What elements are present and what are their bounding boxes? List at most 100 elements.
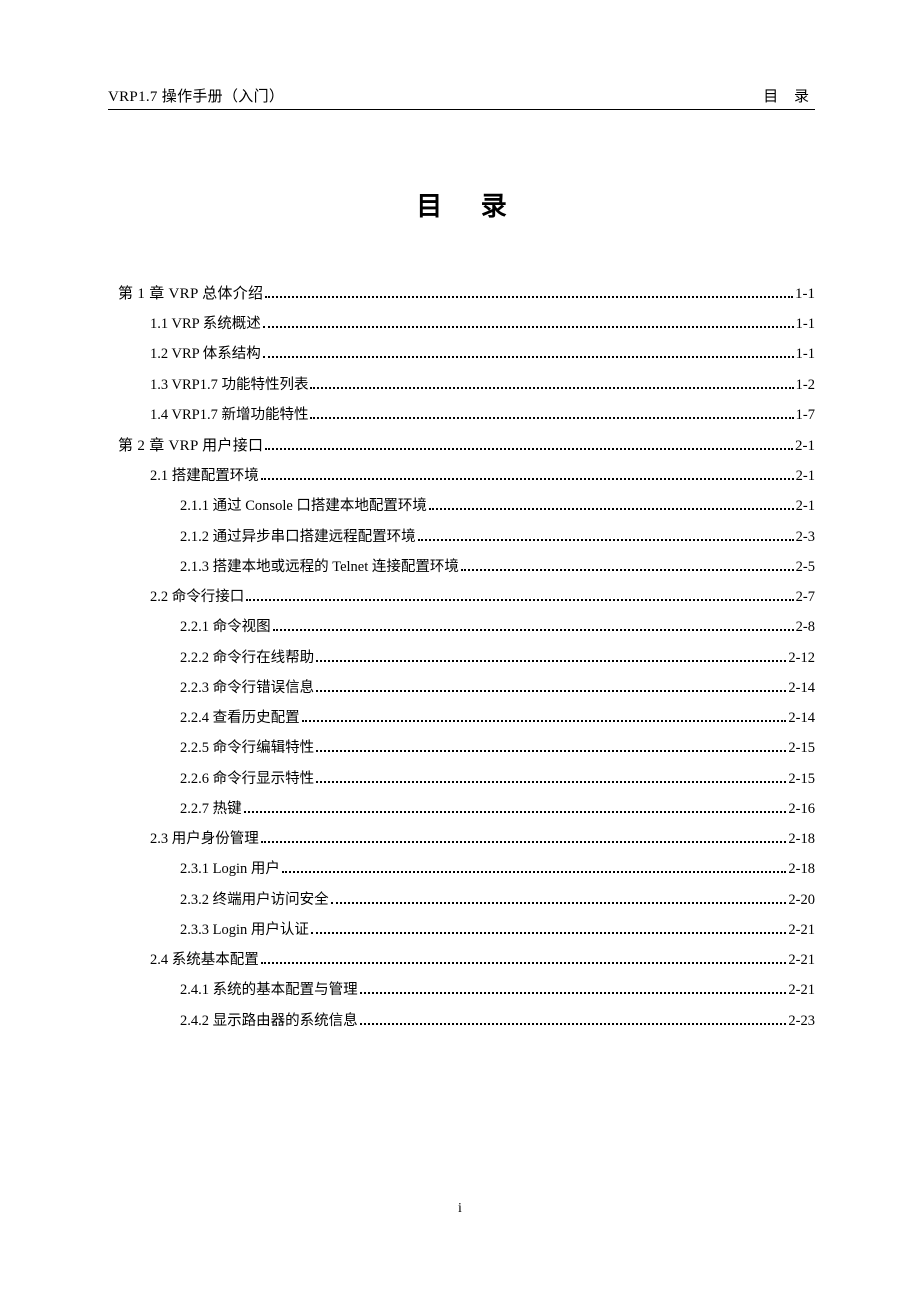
toc-entry-label: 2.1.1 通过 Console 口搭建本地配置环境 (180, 496, 427, 518)
toc-entry[interactable]: 2.3.3 Login 用户认证 2-21 (180, 920, 815, 942)
toc-entry[interactable]: 2.2.1 命令视图 2-8 (180, 617, 815, 639)
toc-entry-page: 2-14 (788, 678, 815, 700)
toc-entry-page: 2-8 (796, 617, 815, 639)
toc-leader-dots (261, 841, 787, 843)
page-header: VRP1.7 操作手册（入门） 目 录 (108, 85, 815, 110)
toc-entry-label: 2.1.2 通过异步串口搭建远程配置环境 (180, 527, 416, 549)
toc-entry-page: 2-7 (796, 587, 815, 609)
toc-entry-page: 2-15 (788, 738, 815, 760)
toc-entry-page: 2-12 (788, 648, 815, 670)
toc-leader-dots (310, 387, 793, 389)
toc-leader-dots (263, 356, 794, 358)
toc-entry-page: 1-7 (796, 405, 815, 427)
toc-leader-dots (261, 962, 787, 964)
toc-entry[interactable]: 2.1 搭建配置环境 2-1 (150, 466, 815, 488)
toc-entry[interactable]: 2.2.5 命令行编辑特性 2-15 (180, 738, 815, 760)
toc-leader-dots (316, 690, 786, 692)
toc-entry-label: 2.2 命令行接口 (150, 587, 244, 609)
toc-leader-dots (360, 1023, 787, 1025)
toc-entry-label: 1.2 VRP 体系结构 (150, 344, 261, 366)
toc-entry[interactable]: 2.4 系统基本配置 2-21 (150, 950, 815, 972)
toc-entry-label: 2.2.7 热键 (180, 799, 242, 821)
toc-entry-label: 1.3 VRP1.7 功能特性列表 (150, 375, 308, 397)
toc-leader-dots (429, 508, 794, 510)
toc-entry-label: 2.4 系统基本配置 (150, 950, 259, 972)
toc-entry[interactable]: 2.3.2 终端用户访问安全 2-20 (180, 890, 815, 912)
toc-entry-page: 1-2 (796, 375, 815, 397)
toc-leader-dots (316, 781, 786, 783)
toc-leader-dots (282, 871, 787, 873)
toc-entry-page: 2-18 (788, 859, 815, 881)
toc-entry-page: 2-14 (788, 708, 815, 730)
toc-entry-label: 2.2.6 命令行显示特性 (180, 769, 314, 791)
toc-entry-page: 1-1 (796, 344, 815, 366)
toc-entry-label: 2.1 搭建配置环境 (150, 466, 259, 488)
header-right-text: 目 录 (763, 85, 815, 106)
toc-entry[interactable]: 2.2.7 热键2-16 (180, 799, 815, 821)
toc-leader-dots (244, 811, 787, 813)
toc-entry[interactable]: 2.2.3 命令行错误信息 2-14 (180, 678, 815, 700)
toc-entry-page: 1-1 (795, 283, 815, 306)
toc-leader-dots (461, 569, 794, 571)
toc-entry[interactable]: 2.2.6 命令行显示特性 2-15 (180, 769, 815, 791)
toc-entry[interactable]: 2.3.1 Login 用户 2-18 (180, 859, 815, 881)
toc-entry[interactable]: 1.2 VRP 体系结构 1-1 (150, 344, 815, 366)
toc-entry-page: 1-1 (796, 314, 815, 336)
toc-entry[interactable]: 1.4 VRP1.7 新增功能特性1-7 (150, 405, 815, 427)
toc-entry-label: 2.3.3 Login 用户认证 (180, 920, 309, 942)
toc-leader-dots (273, 629, 794, 631)
toc-leader-dots (246, 599, 793, 601)
toc-entry-page: 2-1 (796, 496, 815, 518)
toc-entry[interactable]: 2.1.3 搭建本地或远程的 Telnet 连接配置环境 2-5 (180, 557, 815, 579)
toc-leader-dots (311, 932, 787, 934)
toc-entry-label: 2.3 用户身份管理 (150, 829, 259, 851)
toc-leader-dots (261, 478, 794, 480)
toc-entry-label: 2.3.1 Login 用户 (180, 859, 280, 881)
toc-leader-dots (265, 296, 793, 298)
toc-entry-page: 2-1 (795, 435, 815, 458)
toc-leader-dots (302, 720, 787, 722)
toc-entry-page: 2-23 (788, 1011, 815, 1033)
toc-leader-dots (331, 902, 787, 904)
toc-entry-label: 2.2.5 命令行编辑特性 (180, 738, 314, 760)
document-page: VRP1.7 操作手册（入门） 目 录 目 录 第 1 章 VRP 总体介绍 1-… (0, 0, 920, 1032)
toc-entry-label: 2.2.2 命令行在线帮助 (180, 648, 314, 670)
toc-entry[interactable]: 1.3 VRP1.7 功能特性列表 1-2 (150, 375, 815, 397)
toc-entry[interactable]: 2.2.2 命令行在线帮助 2-12 (180, 648, 815, 670)
toc-entry-label: 2.1.3 搭建本地或远程的 Telnet 连接配置环境 (180, 557, 459, 579)
table-of-contents: 第 1 章 VRP 总体介绍1-11.1 VRP 系统概述1-11.2 VRP … (108, 283, 815, 1032)
toc-entry[interactable]: 2.2.4 查看历史配置2-14 (180, 708, 815, 730)
toc-entry[interactable]: 2.2 命令行接口 2-7 (150, 587, 815, 609)
toc-leader-dots (310, 417, 793, 419)
toc-entry-page: 2-21 (788, 980, 815, 1002)
toc-entry-page: 2-20 (788, 890, 815, 912)
toc-entry-label: 第 1 章 VRP 总体介绍 (118, 283, 263, 306)
toc-entry-label: 2.3.2 终端用户访问安全 (180, 890, 329, 912)
toc-entry[interactable]: 2.4.1 系统的基本配置与管理 2-21 (180, 980, 815, 1002)
toc-entry-label: 1.1 VRP 系统概述 (150, 314, 261, 336)
toc-entry-page: 2-5 (796, 557, 815, 579)
toc-leader-dots (316, 750, 786, 752)
toc-leader-dots (263, 326, 794, 328)
toc-entry-page: 2-3 (796, 527, 815, 549)
toc-entry[interactable]: 第 2 章 VRP 用户接口2-1 (118, 435, 815, 458)
toc-entry-label: 2.4.1 系统的基本配置与管理 (180, 980, 358, 1002)
toc-entry-page: 2-15 (788, 769, 815, 791)
toc-entry-label: 2.2.1 命令视图 (180, 617, 271, 639)
toc-entry[interactable]: 第 1 章 VRP 总体介绍 1-1 (118, 283, 815, 306)
page-number: i (0, 1201, 920, 1217)
toc-leader-dots (360, 992, 787, 994)
toc-entry[interactable]: 2.4.2 显示路由器的系统信息 2-23 (180, 1011, 815, 1033)
toc-entry[interactable]: 2.1.1 通过 Console 口搭建本地配置环境 2-1 (180, 496, 815, 518)
toc-entry[interactable]: 2.1.2 通过异步串口搭建远程配置环境 2-3 (180, 527, 815, 549)
toc-entry-label: 2.4.2 显示路由器的系统信息 (180, 1011, 358, 1033)
toc-entry-page: 2-1 (796, 466, 815, 488)
toc-entry-label: 2.2.3 命令行错误信息 (180, 678, 314, 700)
toc-entry[interactable]: 2.3 用户身份管理2-18 (150, 829, 815, 851)
toc-leader-dots (316, 660, 786, 662)
toc-entry-page: 2-21 (788, 920, 815, 942)
toc-leader-dots (418, 539, 794, 541)
header-left-text: VRP1.7 操作手册（入门） (108, 85, 284, 106)
toc-entry[interactable]: 1.1 VRP 系统概述 1-1 (150, 314, 815, 336)
toc-entry-page: 2-21 (788, 950, 815, 972)
